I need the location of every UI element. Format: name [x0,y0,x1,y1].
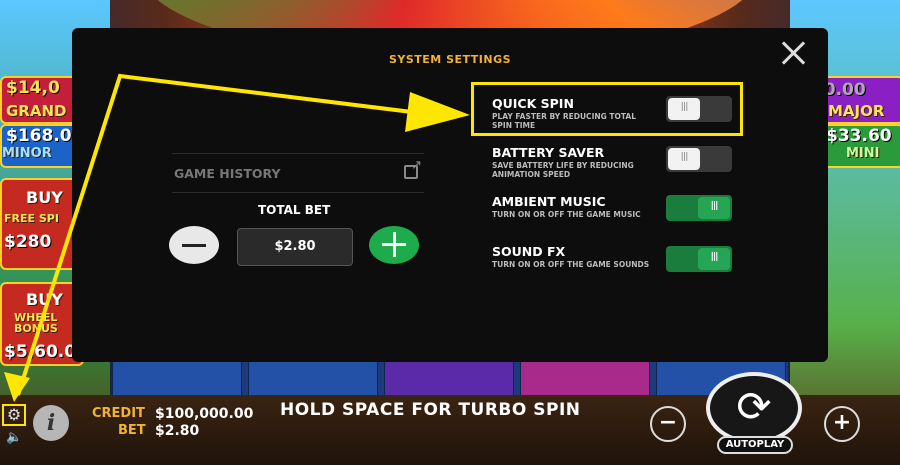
buy-free-spins-price: $280 [4,232,52,252]
increase-bet-button[interactable] [369,226,419,264]
sound-fx-toggle[interactable] [666,246,732,272]
quick-spin-highlight [471,82,743,136]
setting-description: TURN ON OR OFF THE GAME MUSIC [492,210,641,219]
spin-icon[interactable]: ⟳ [706,372,802,444]
decrease-bet-button[interactable] [169,226,219,264]
external-link-icon [404,158,422,179]
grand-jackpot-amount: $14,0 [6,78,60,98]
game-history-row[interactable]: GAME HISTORY [172,153,424,193]
bet-label: BET [118,423,146,438]
turbo-spin-message: HOLD SPACE FOR TURBO SPIN [280,400,581,420]
setting-description: TURN ON OR OFF THE GAME SOUNDS [492,260,650,269]
buy-wheel-bonus-price: $5,60.0 [4,342,77,362]
mini-jackpot-amount: $33.60 [826,126,892,146]
credit-value: $100,000.00 [155,406,254,422]
bet-plus-button[interactable]: + [824,406,860,442]
toggle-knob [668,148,700,170]
info-icon[interactable]: i [33,405,69,441]
buy-wheel-bonus-sub: WHEEL BONUS [14,311,58,335]
buy-free-spins-title: BUY [26,188,63,207]
close-icon[interactable] [779,38,809,68]
total-bet-label: TOTAL BET [258,203,331,217]
mini-jackpot-label: MINI [846,146,880,161]
minor-jackpot-label: MINOR [2,146,52,161]
speaker-icon[interactable]: 🔈 [6,430,22,445]
ambient-music-toggle[interactable] [666,195,732,221]
buy-free-spins-sub: FREE SPI [4,212,59,225]
bet-value: $2.80 [155,423,200,439]
toggle-knob [698,248,730,270]
autoplay-button[interactable]: AUTOPLAY [717,436,793,454]
setting-description: SAVE BATTERY LIFE BY REDUCING ANIMATION … [492,161,634,179]
gear-icon[interactable]: ⚙ [2,404,26,426]
toggle-knob [698,197,730,219]
minor-jackpot-amount: $168.0 [6,126,72,146]
buy-wheel-bonus-title: BUY [26,290,63,309]
total-bet-value: $2.80 [237,228,353,266]
credit-label: CREDIT [92,406,145,421]
bet-minus-button[interactable]: − [650,406,686,442]
modal-title: SYSTEM SETTINGS [388,53,512,66]
system-settings-modal: SYSTEM SETTINGS GAME HISTORY TOTAL BET $… [72,28,828,362]
game-history-label: GAME HISTORY [174,166,281,181]
battery-saver-toggle[interactable] [666,146,732,172]
major-jackpot-label: MAJOR [828,102,885,120]
grand-jackpot-label: GRAND [6,102,67,120]
